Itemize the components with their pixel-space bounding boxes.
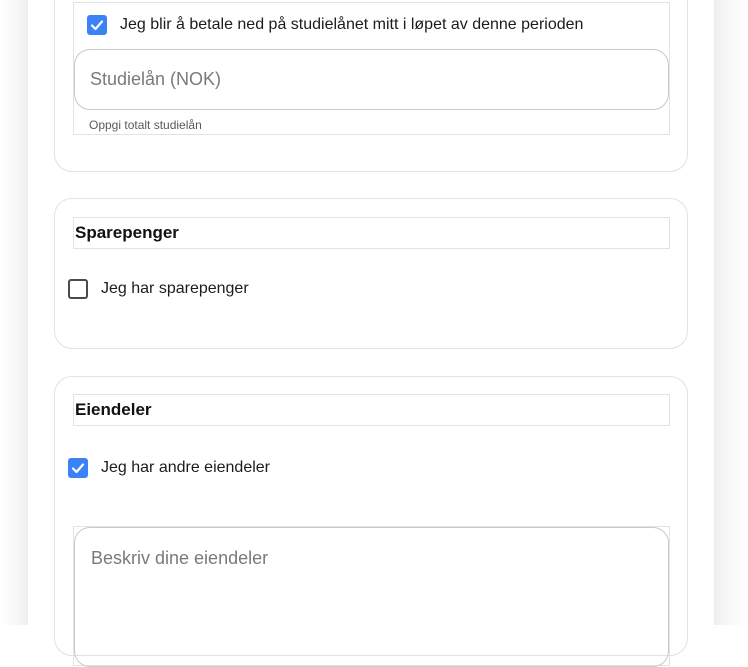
eiendeler-textarea-wrap: Beskriv dine eiendeler [73,526,670,667]
sparepenger-heading-box: Sparepenger [73,217,670,249]
sparepenger-heading: Sparepenger [75,223,179,242]
eiendeler-section: Eiendeler Jeg har andre eiendeler Beskri… [54,376,688,667]
eiendeler-textarea[interactable]: Beskriv dine eiendeler [74,527,669,667]
page-shadow-right [714,0,748,625]
sparepenger-checkbox-label: Jeg har sparepenger [101,280,249,297]
eiendeler-checkbox-label: Jeg har andre eiendeler [101,459,271,476]
eiendeler-checkbox[interactable] [68,458,88,478]
checkmark-icon [71,463,85,474]
eiendeler-textarea-placeholder: Beskriv dine eiendeler [91,548,269,568]
studielan-section: Jeg blir å betale ned på studielånet mit… [54,0,688,172]
studielan-input[interactable]: Studielån (NOK) [74,49,669,110]
studielan-checkbox-label: Jeg blir å betale ned på studielånet mit… [120,16,584,33]
eiendeler-checkbox-row[interactable]: Jeg har andre eiendeler [68,458,270,478]
page-shadow-left [0,0,28,625]
sparepenger-checkbox-row[interactable]: Jeg har sparepenger [68,279,249,299]
studielan-input-placeholder: Studielån (NOK) [90,69,222,89]
checkmark-icon [90,20,104,31]
sparepenger-section: Sparepenger Jeg har sparepenger [54,198,688,349]
studielan-field-group: Jeg blir å betale ned på studielånet mit… [73,2,670,135]
form-page: Jeg blir å betale ned på studielånet mit… [28,0,714,667]
eiendeler-heading-box: Eiendeler [73,394,670,426]
studielan-helper-text: Oppgi totalt studielån [89,118,202,132]
eiendeler-heading: Eiendeler [75,400,152,419]
studielan-checkbox-row[interactable]: Jeg blir å betale ned på studielånet mit… [87,15,583,35]
studielan-checkbox[interactable] [87,15,107,35]
sparepenger-checkbox[interactable] [68,279,88,299]
